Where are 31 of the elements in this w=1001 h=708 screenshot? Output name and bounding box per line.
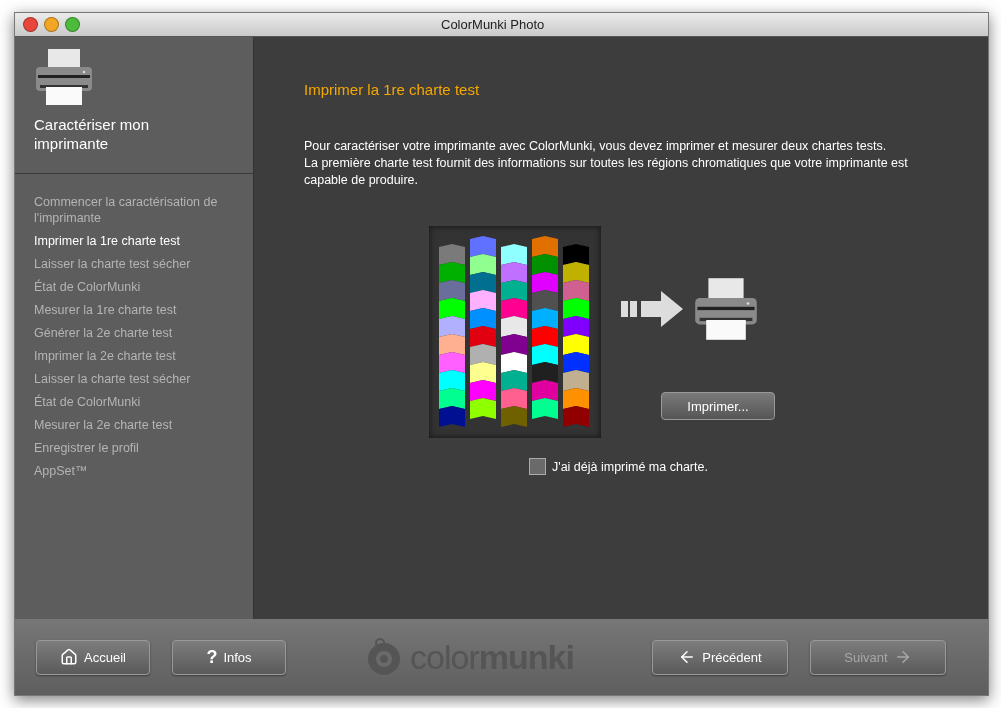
checkbox-label: J'ai déjà imprimé ma charte. [552,459,708,474]
step-item[interactable]: Laisser la charte test sécher [34,256,234,272]
back-button[interactable]: Précédent [652,639,788,675]
step-item[interactable]: État de ColorMunki [34,279,234,295]
home-button[interactable]: Accueil [36,639,150,675]
zoom-button[interactable] [65,17,80,32]
printer-icon [34,47,94,107]
step-item[interactable]: AppSet™ [34,463,234,479]
step-item[interactable]: Imprimer la 2e charte test [34,348,234,364]
minimize-button[interactable] [44,17,59,32]
print-button[interactable]: Imprimer... [661,392,775,420]
info-button[interactable]: ? Infos [172,639,286,675]
sidebar-heading: Caractériser mon imprimante [34,115,151,153]
step-item[interactable]: Enregistrer le profil [34,440,234,456]
question-mark-icon: ? [206,646,218,668]
window-title: ColorMunki Photo [441,17,545,32]
step-item[interactable]: Mesurer la 1re charte test [34,302,234,318]
instruction-text: Pour caractériser votre imprimante avec ColorMunki, vous devez imprimer et mesurer deux chartes tests. [304,138,888,155]
step-item[interactable]: État de ColorMunki [34,394,234,410]
step-item[interactable]: Commencer la caractérisation de l'imprimante [34,194,234,226]
step-item[interactable]: Générer la 2e charte test [34,325,234,341]
close-button[interactable] [23,17,38,32]
dashed-arrow-icon [621,291,683,327]
step-item[interactable]: Laisser la charte test sécher [34,371,234,387]
step-item[interactable]: Imprimer la 1re charte test [34,233,234,249]
step-item[interactable]: Mesurer la 2e charte test [34,417,234,433]
instruction-text: La première charte test fournit des informations sur toutes les régions chromatiques que votre imprimante est capable de produire. [304,155,909,189]
home-icon [60,648,79,666]
step-title: Imprimer la 1re charte test [304,81,481,98]
already-printed-checkbox[interactable] [529,458,546,475]
printer-icon [693,276,759,342]
